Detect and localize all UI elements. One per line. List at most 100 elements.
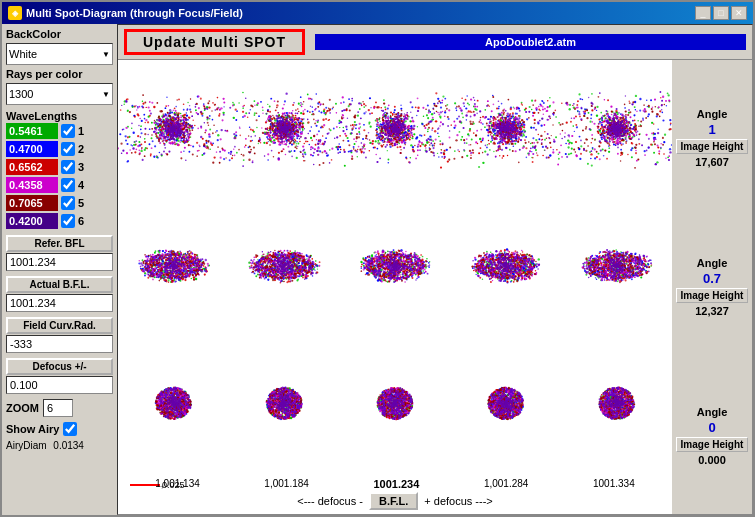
angle-group-1: Angle 1 Image Height 17,607 [676, 108, 748, 168]
angle-group-3: Angle 0 Image Height 0.000 [676, 406, 748, 466]
angle-value-3: 0 [708, 420, 715, 435]
airy-diam-value: 0.0134 [53, 440, 84, 451]
field-curv-group: Field Curv.Rad. -333 [6, 317, 113, 353]
wl-checkbox-4[interactable] [61, 178, 75, 192]
app-icon: ◈ [8, 6, 22, 20]
right-panel: Angle 1 Image Height 17,607 Angle 0.7 Im… [672, 60, 752, 514]
wl-checkbox-1[interactable] [61, 124, 75, 138]
show-airy-checkbox[interactable] [63, 422, 77, 436]
zoom-input[interactable]: 6 [43, 399, 73, 417]
diagram-area: Update Multi SPOT ApoDoublet2.atm 0.025 [117, 24, 753, 515]
defocus-button[interactable]: Defocus +/- [6, 358, 113, 375]
refer-bfl-value: 1001.234 [6, 253, 113, 271]
wavelengths-list: 0.5461 1 0.4700 2 0.6562 3 0.4358 4 0.70… [6, 122, 113, 230]
wl-color-2: 0.4700 [6, 141, 58, 157]
wl-color-1: 0.5461 [6, 123, 58, 139]
spots-canvas [118, 60, 672, 472]
angle-value-1: 1 [708, 122, 715, 137]
img-height-value-1: 17,607 [695, 156, 729, 168]
wavelength-row-6: 0.4200 6 [6, 212, 113, 230]
defocus-right-label: + defocus ---> [424, 495, 492, 507]
axis-positions: 1,001.134 1,001.184 1001.234 1,001.284 1… [118, 478, 672, 490]
rays-label: Rays per color [6, 68, 113, 80]
main-content: BackColor White ▼ Rays per color 1300 ▼ … [2, 24, 753, 515]
wl-color-4: 0.4358 [6, 177, 58, 193]
zoom-label: ZOOM [6, 402, 39, 414]
wl-color-6: 0.4200 [6, 213, 58, 229]
airy-diam-row: AiryDiam 0.0134 [6, 440, 113, 451]
pos-2: 1,001.184 [264, 478, 309, 490]
main-window: ◈ Multi Spot-Diagram (through Focus/Fiel… [0, 0, 755, 517]
img-height-label-1: Image Height [676, 139, 748, 154]
diagram-top: Update Multi SPOT ApoDoublet2.atm [118, 25, 752, 60]
rays-select[interactable]: 1300 ▼ [6, 83, 113, 105]
wl-num-6: 6 [78, 215, 84, 227]
backcolor-arrow-icon: ▼ [102, 50, 110, 59]
close-button[interactable]: ✕ [731, 6, 747, 20]
pos-1: 1,001.134 [155, 478, 200, 490]
wavelength-row-3: 0.6562 3 [6, 158, 113, 176]
rays-arrow-icon: ▼ [102, 90, 110, 99]
backcolor-label: BackColor [6, 28, 113, 40]
wl-num-4: 4 [78, 179, 84, 191]
wl-color-3: 0.6562 [6, 159, 58, 175]
left-panel: BackColor White ▼ Rays per color 1300 ▼ … [2, 24, 117, 515]
defocus-left-label: <--- defocus - [297, 495, 363, 507]
maximize-button[interactable]: □ [713, 6, 729, 20]
wavelength-row-5: 0.7065 5 [6, 194, 113, 212]
wl-checkbox-5[interactable] [61, 196, 75, 210]
backcolor-value: White [9, 48, 37, 60]
spots-grid [118, 60, 672, 472]
spots-container: 0.025 1,001.134 1,001.184 1001.234 1,001… [118, 60, 672, 514]
backcolor-select[interactable]: White ▼ [6, 43, 113, 65]
bfl-button[interactable]: B.F.L. [369, 492, 418, 510]
img-height-value-3: 0.000 [698, 454, 726, 466]
minimize-button[interactable]: _ [695, 6, 711, 20]
airy-diam-label: AiryDiam [6, 440, 47, 451]
axis-area: 0.025 1,001.134 1,001.184 1001.234 1,001… [118, 472, 672, 514]
zoom-row: ZOOM 6 [6, 399, 113, 417]
title-bar-buttons: _ □ ✕ [695, 6, 747, 20]
img-height-label-3: Image Height [676, 437, 748, 452]
wavelengths-section: WaveLengths 0.5461 1 0.4700 2 0.6562 3 0… [6, 110, 113, 230]
defocus-group: Defocus +/- 0.100 [6, 358, 113, 394]
refer-bfl-button[interactable]: Refer. BFL [6, 235, 113, 252]
angle-group-2: Angle 0.7 Image Height 12,327 [676, 257, 748, 317]
field-curv-button[interactable]: Field Curv.Rad. [6, 317, 113, 334]
wl-checkbox-6[interactable] [61, 214, 75, 228]
img-height-value-2: 12,327 [695, 305, 729, 317]
window-title: Multi Spot-Diagram (through Focus/Field) [26, 7, 243, 19]
rays-value: 1300 [9, 88, 33, 100]
actual-bfl-button[interactable]: Actual B.F.L. [6, 276, 113, 293]
field-curv-value: -333 [6, 335, 113, 353]
wl-checkbox-2[interactable] [61, 142, 75, 156]
pos-4: 1,001.284 [484, 478, 529, 490]
wl-checkbox-3[interactable] [61, 160, 75, 174]
angle-value-2: 0.7 [703, 271, 721, 286]
update-button[interactable]: Update Multi SPOT [124, 29, 305, 55]
angle-label-3: Angle [697, 406, 728, 418]
wl-num-5: 5 [78, 197, 84, 209]
actual-bfl-group: Actual B.F.L. 1001.234 [6, 276, 113, 312]
wavelength-row-2: 0.4700 2 [6, 140, 113, 158]
airy-row: Show Airy [6, 422, 113, 436]
angle-label-2: Angle [697, 257, 728, 269]
defocus-value: 0.100 [6, 376, 113, 394]
angle-label-1: Angle [697, 108, 728, 120]
wl-num-2: 2 [78, 143, 84, 155]
wl-color-5: 0.7065 [6, 195, 58, 211]
pos-5: 1001.334 [593, 478, 635, 490]
pos-3: 1001.234 [373, 478, 419, 490]
wavelengths-label: WaveLengths [6, 110, 113, 122]
img-height-label-2: Image Height [676, 288, 748, 303]
diagram-main: 0.025 1,001.134 1,001.184 1001.234 1,001… [118, 60, 752, 514]
wavelength-row-1: 0.5461 1 [6, 122, 113, 140]
filename-label: ApoDoublet2.atm [315, 34, 746, 50]
refer-bfl-group: Refer. BFL 1001.234 [6, 235, 113, 271]
wavelength-row-4: 0.4358 4 [6, 176, 113, 194]
title-bar: ◈ Multi Spot-Diagram (through Focus/Fiel… [2, 2, 753, 24]
wl-num-1: 1 [78, 125, 84, 137]
title-bar-left: ◈ Multi Spot-Diagram (through Focus/Fiel… [8, 6, 243, 20]
wl-num-3: 3 [78, 161, 84, 173]
defocus-row: <--- defocus - B.F.L. + defocus ---> [118, 492, 672, 510]
